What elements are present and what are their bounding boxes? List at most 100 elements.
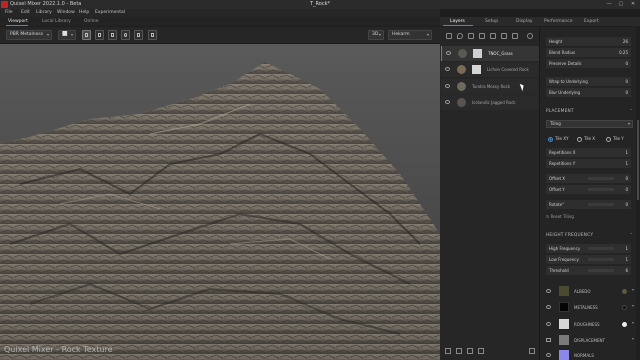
prop-value[interactable]: 1 [625, 161, 628, 166]
rotate-slider[interactable]: Rotate° 0 [546, 200, 631, 209]
tab-display[interactable]: Display [516, 19, 533, 24]
prop-value[interactable]: 0 [625, 202, 628, 207]
tab-performance[interactable]: Performance [544, 19, 573, 24]
scrollbar-thumb[interactable] [637, 120, 639, 200]
shading-mode-dropdown[interactable]: PBR Metalness ▾ [6, 30, 52, 40]
height-frequency-section-header[interactable]: HEIGHT FREQUENCY ⌃ [546, 233, 634, 241]
color-dot-icon[interactable] [622, 305, 627, 310]
tab-viewport[interactable]: Viewport [8, 19, 28, 24]
slider-track[interactable] [588, 269, 614, 272]
tab-export[interactable]: Export [584, 19, 599, 24]
slider-track[interactable] [588, 177, 614, 180]
paint-layer-icon[interactable] [468, 33, 474, 39]
channel-displacement[interactable]: DISPLACEMENT ▾ [543, 333, 635, 347]
prop-value[interactable]: 0.25 [619, 50, 628, 55]
menu-edit[interactable]: Edit [21, 10, 30, 15]
add-layer-icon[interactable] [446, 33, 452, 39]
visibility-eye-icon[interactable] [445, 67, 450, 71]
tab-online[interactable]: Online [84, 19, 99, 24]
low-frequency-slider[interactable]: Low Frequency 1 [546, 255, 631, 264]
displacement-swatch[interactable] [559, 335, 569, 345]
wrap-to-underlying-slider[interactable]: Wrap to Underlying 0 [546, 77, 631, 86]
channel-metalness[interactable]: METALNESS ▾ [543, 300, 635, 314]
close-button[interactable]: ✕ [627, 0, 639, 9]
menu-library[interactable]: Library [36, 10, 52, 15]
offset-x-slider[interactable]: Offset X 0 [546, 174, 631, 183]
menu-experimental[interactable]: Experimental [95, 10, 125, 15]
layer-row[interactable]: Lichen Covered Rock [441, 62, 539, 77]
prop-value[interactable]: 0 [625, 176, 628, 181]
prop-value[interactable]: 1 [625, 150, 628, 155]
delete-layer-icon[interactable] [529, 348, 535, 354]
group-icon[interactable] [512, 33, 518, 39]
trash-icon[interactable] [501, 33, 507, 39]
fill-icon[interactable] [457, 33, 463, 39]
blur-underlying-slider[interactable]: Blur Underlying 0 [546, 88, 631, 97]
tab-local-library[interactable]: Local Library [42, 19, 71, 24]
new-group-icon[interactable] [456, 348, 462, 354]
slider-track[interactable] [588, 203, 614, 206]
chevron-down-icon[interactable]: ▾ [632, 303, 634, 308]
color-dot-icon[interactable] [622, 289, 627, 294]
visibility-eye-icon[interactable] [546, 289, 551, 293]
chevron-down-icon[interactable]: ▾ [632, 320, 634, 325]
visibility-eye-icon[interactable] [546, 353, 551, 357]
camera-dropdown[interactable]: ⬜ ▾ [58, 30, 76, 40]
prop-value[interactable]: 0 [625, 61, 628, 66]
single-view-icon[interactable] [82, 30, 91, 40]
placement-mode-dropdown[interactable]: Tiling ▾ [546, 120, 633, 128]
layer-row[interactable]: Icelandic Jagged Rock [441, 95, 539, 110]
menu-file[interactable]: File [5, 10, 13, 15]
channel-albedo[interactable]: ALBEDO ▾ [543, 284, 635, 298]
menu-window[interactable]: Window [57, 10, 75, 15]
chevron-down-icon[interactable]: ▾ [632, 287, 634, 292]
settings-icon[interactable] [527, 33, 533, 39]
threshold-slider[interactable]: Threshold 6 [546, 266, 631, 275]
placement-section-header[interactable]: PLACEMENT ⌃ [546, 109, 634, 117]
tile-x-radio[interactable] [577, 137, 582, 142]
albedo-swatch[interactable] [559, 286, 569, 296]
normals-swatch[interactable] [559, 350, 569, 360]
duplicate-icon[interactable] [467, 348, 473, 354]
offset-y-slider[interactable]: Offset Y 0 [546, 185, 631, 194]
high-frequency-slider[interactable]: High Frequency 1 [546, 244, 631, 253]
slider-track[interactable] [588, 188, 614, 191]
color-dot-icon[interactable] [622, 322, 627, 327]
repetitions-y-field[interactable]: Repetitions Y 1 [546, 159, 631, 168]
visibility-eye-icon[interactable] [445, 84, 450, 88]
prop-value[interactable]: 26 [623, 39, 628, 44]
smart-material-icon[interactable] [479, 33, 485, 39]
lock-icon[interactable] [490, 33, 496, 39]
prop-value[interactable]: 1 [625, 257, 628, 262]
3d-viewport[interactable] [0, 44, 440, 360]
visibility-eye-icon[interactable] [546, 305, 551, 309]
blend-radius-slider[interactable]: Blend Radius 0.25 [546, 48, 631, 57]
channel-normals[interactable]: NORMALS [543, 348, 635, 360]
layer-mask-thumbnail[interactable] [472, 65, 481, 74]
maximize-button[interactable]: ▢ [615, 0, 627, 9]
roughness-swatch[interactable] [559, 319, 569, 329]
folder-icon[interactable] [478, 348, 484, 354]
tab-layers[interactable]: Layers [450, 19, 465, 24]
menu-help[interactable]: Help [79, 10, 89, 15]
slider-track[interactable] [588, 258, 614, 261]
grid-view-icon[interactable] [95, 30, 104, 40]
prop-value[interactable]: 0 [625, 187, 628, 192]
prop-value[interactable]: 1 [625, 246, 628, 251]
visibility-eye-icon[interactable] [546, 322, 551, 326]
tile-y-radio[interactable] [606, 137, 611, 142]
chevron-down-icon[interactable]: ▾ [632, 336, 634, 341]
sphere-preview-icon[interactable] [121, 30, 130, 40]
view-mode-dropdown[interactable]: 3D ▾ [368, 30, 384, 40]
split-view-icon[interactable] [108, 30, 117, 40]
reset-tiling-button[interactable]: ↻ Reset Tiling [546, 214, 574, 219]
layer-row[interactable]: Tundra Mossy Rock [441, 79, 539, 94]
metalness-swatch[interactable] [559, 302, 569, 312]
prop-value[interactable]: 0 [625, 79, 628, 84]
visibility-eye-icon[interactable] [446, 51, 451, 55]
layer-mask-thumbnail[interactable] [473, 49, 482, 58]
visibility-eye-icon[interactable] [445, 100, 450, 104]
prop-value[interactable]: 0 [625, 90, 628, 95]
slider-track[interactable] [588, 247, 614, 250]
minimize-button[interactable]: — [603, 0, 615, 9]
